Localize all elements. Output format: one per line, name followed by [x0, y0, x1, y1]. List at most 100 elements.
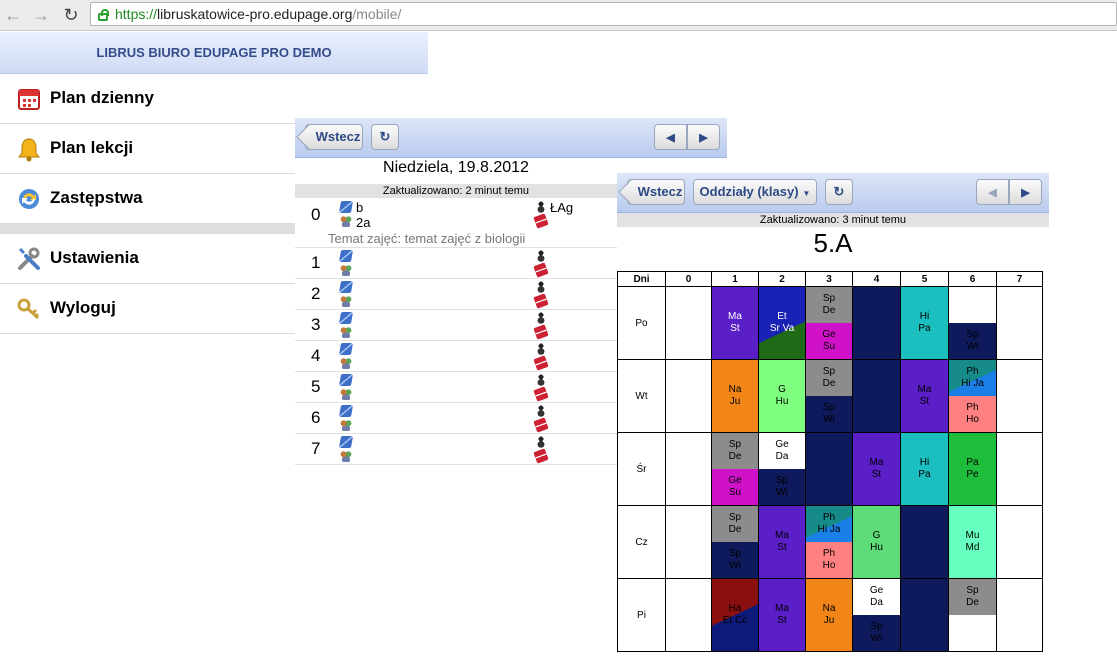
- classroom-icon: [533, 213, 549, 229]
- lesson-block: G Hu: [759, 360, 805, 432]
- lesson-block-top: Sp De: [712, 506, 758, 542]
- timetable-cell[interactable]: Na Ju: [805, 578, 853, 652]
- reload-icon[interactable]: ↻: [60, 4, 82, 26]
- lesson-block-top: Sp De: [806, 360, 852, 396]
- updated-status: Zaktualizowano: 2 minut temu: [295, 184, 617, 198]
- timetable-cell: [996, 432, 1043, 506]
- lesson-block-bottom: Sp Wi: [806, 396, 852, 432]
- forward-arrow-icon[interactable]: →: [30, 4, 52, 26]
- lesson-block: Na Ju: [712, 360, 758, 432]
- timetable-header-cell: 6: [948, 271, 997, 287]
- lesson-number: 3: [311, 315, 321, 334]
- classroom-icon: [533, 355, 549, 371]
- timetable-cell: [996, 359, 1043, 433]
- timetable-header-cell: 4: [852, 271, 901, 287]
- timetable-cell[interactable]: G Hu: [852, 505, 901, 579]
- group-icon: [340, 357, 352, 369]
- timetable-cell: [996, 578, 1043, 652]
- timetable-cell[interactable]: Ma St: [852, 432, 901, 506]
- menu-item-label: Plan lekcji: [50, 138, 134, 157]
- refresh-button[interactable]: ↻: [825, 179, 853, 205]
- lesson-block: En Wi: [901, 579, 948, 651]
- next-button[interactable]: ▶: [1009, 179, 1042, 205]
- timetable-cell[interactable]: Sp De Sp Wi: [805, 359, 853, 433]
- timetable-cell[interactable]: En Wi: [900, 578, 949, 652]
- lesson-row[interactable]: 4: [295, 341, 617, 372]
- date-title: Niedziela, 19.8.2012: [383, 159, 529, 176]
- timetable-cell[interactable]: Sp De Ge Su: [711, 432, 759, 506]
- lesson-row[interactable]: 2: [295, 279, 617, 310]
- timetable-cell[interactable]: Pa Pe: [948, 432, 997, 506]
- class-timetable-toolbar: Wstecz Oddziały (klasy) ▼ ↻ ◀ ▶: [617, 173, 1049, 213]
- previous-day-button[interactable]: ◀: [654, 124, 687, 150]
- timetable-cell[interactable]: Na Ju: [711, 359, 759, 433]
- lesson-row[interactable]: 7: [295, 434, 617, 465]
- daily-plan-toolbar: Wstecz ↻ ◀ ▶: [295, 118, 727, 158]
- timetable-cell[interactable]: Ma St: [758, 505, 806, 579]
- day-label: Cz: [617, 505, 666, 579]
- back-arrow-icon[interactable]: ←: [2, 4, 24, 26]
- timetable-header-cell: 5: [900, 271, 949, 287]
- previous-button[interactable]: ◀: [976, 179, 1009, 205]
- lesson-block-bottom: Sp Wi: [759, 469, 805, 505]
- substitution-icon: [19, 189, 39, 209]
- browser-toolbar: ← → ↻ https://libruskatowice-pro.edupage…: [0, 0, 1117, 31]
- timetable-cell[interactable]: Ge Da Sp Wi: [852, 578, 901, 652]
- timetable-cell[interactable]: Ma St: [900, 359, 949, 433]
- teacher-icon: [535, 436, 547, 448]
- back-button[interactable]: Wstecz: [627, 179, 685, 205]
- lesson-topic: Temat zajęć: temat zajęć z biologii: [328, 231, 526, 246]
- timetable-cell[interactable]: Hi Pa: [900, 432, 949, 506]
- address-bar[interactable]: https://libruskatowice-pro.edupage.org/m…: [90, 2, 1117, 26]
- lesson-teacher: ŁAg: [550, 200, 574, 215]
- back-button[interactable]: Wstecz: [305, 124, 363, 150]
- timetable-cell[interactable]: Ph Hi Ja Ph Ho: [805, 505, 853, 579]
- lesson-block-bottom: Sp Wi: [712, 542, 758, 578]
- timetable-cell: [665, 359, 712, 433]
- timetable-cell[interactable]: En Wi: [852, 359, 901, 433]
- lesson-row[interactable]: 3: [295, 310, 617, 341]
- timetable-cell[interactable]: Et Sr Va: [758, 286, 806, 360]
- group-icon: [340, 264, 352, 276]
- timetable-cell[interactable]: Mu Md: [948, 505, 997, 579]
- key-icon: [17, 298, 40, 320]
- lesson-block-top: Sp De: [712, 433, 758, 469]
- timetable-cell[interactable]: Sp De Ge Su: [805, 286, 853, 360]
- timetable-cell[interactable]: G Hu: [758, 359, 806, 433]
- book-icon: [338, 281, 354, 293]
- next-day-button[interactable]: ▶: [687, 124, 720, 150]
- book-icon: [338, 312, 354, 324]
- timetable-cell[interactable]: Ha Et Cc: [711, 578, 759, 652]
- timetable-cell[interactable]: En Wi: [852, 286, 901, 360]
- classroom-icon: [533, 324, 549, 340]
- refresh-button[interactable]: ↻: [371, 124, 399, 150]
- lesson-row[interactable]: 0 b 2a ŁAg Temat zajęć: temat zajęć z biolog…: [295, 199, 617, 248]
- app-title: LIBRUS BIURO EDUPAGE PRO DEMO: [0, 32, 428, 74]
- menu-item-plan-dzienny[interactable]: Plan dzienny: [0, 74, 428, 124]
- menu-item-label: Zastępstwa: [50, 188, 143, 207]
- timetable-cell[interactable]: Ma St: [711, 286, 759, 360]
- timetable-cell[interactable]: Ge Da Sp Wi: [758, 432, 806, 506]
- timetable-cell[interactable]: En Wi: [900, 505, 949, 579]
- timetable-cell[interactable]: Ma St: [758, 578, 806, 652]
- timetable-cell[interactable]: Sp Wi: [948, 286, 997, 360]
- lesson-block-top: [949, 287, 996, 323]
- classroom-icon: [533, 417, 549, 433]
- lesson-row[interactable]: 6: [295, 403, 617, 434]
- group-icon: [340, 215, 352, 227]
- classes-dropdown[interactable]: Oddziały (klasy) ▼: [693, 179, 817, 205]
- timetable-cell[interactable]: Ph Hi Ja Ph Ho: [948, 359, 997, 433]
- lesson-block: En Wi: [806, 433, 852, 505]
- lesson-block: Ma St: [853, 433, 900, 505]
- timetable-cell[interactable]: Sp De: [948, 578, 997, 652]
- timetable-cell[interactable]: En Wi: [805, 432, 853, 506]
- lesson-number: 1: [311, 253, 321, 272]
- lesson-block-bottom: Ph Ho: [949, 396, 996, 432]
- lesson-row[interactable]: 1: [295, 248, 617, 279]
- timetable-cell[interactable]: Sp De Sp Wi: [711, 505, 759, 579]
- timetable-header-cell: Dni: [617, 271, 666, 287]
- lesson-row[interactable]: 5: [295, 372, 617, 403]
- timetable-cell[interactable]: Hi Pa: [900, 286, 949, 360]
- lesson-block-bottom: Sp Wi: [949, 323, 996, 359]
- group-icon: [340, 295, 352, 307]
